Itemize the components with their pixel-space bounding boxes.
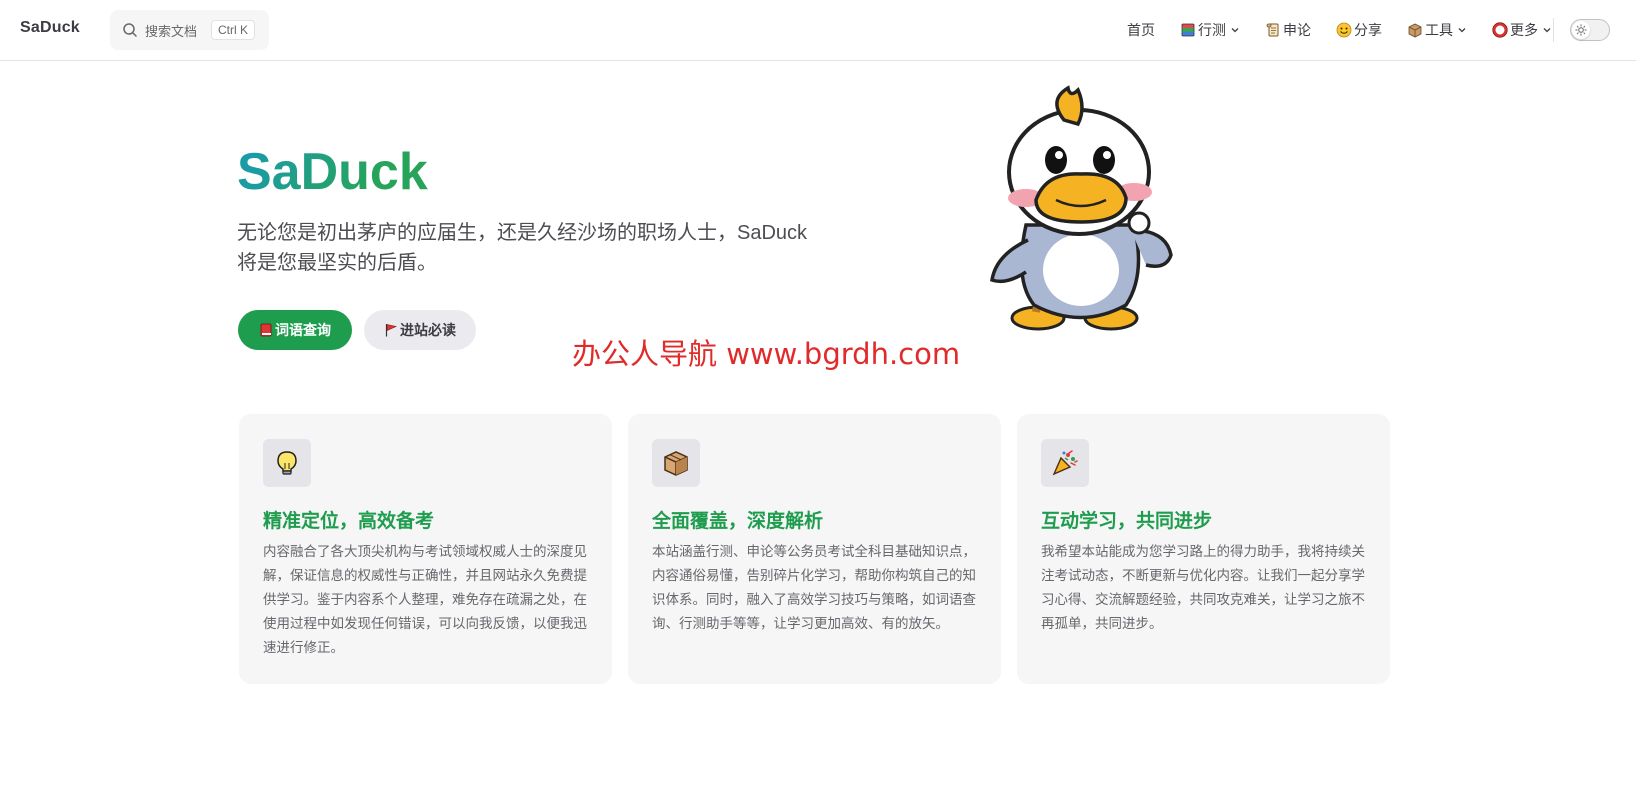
feature-icon-box (652, 439, 700, 487)
search-button[interactable]: 搜索文档 Ctrl K (110, 10, 269, 50)
nav-links: 首页 行测 申论 分享 工具 更多 (1102, 0, 1552, 60)
feature-card: 全面覆盖，深度解析 本站涵盖行测、申论等公务员考试全科目基础知识点，内容通俗易懂… (628, 414, 1001, 684)
nav-item-tools[interactable]: 工具 (1407, 20, 1467, 40)
party-popper-icon (1052, 450, 1078, 476)
package-icon (664, 451, 688, 476)
feature-title: 互动学习，共同进步 (1041, 511, 1213, 532)
red-flag-icon (384, 323, 398, 337)
feature-icon-box (263, 439, 311, 487)
feature-description: 我希望本站能成为您学习路上的得力助手，我将持续关注考试动态，不断更新与优化内容。… (1041, 544, 1365, 631)
feature-icon-box (1041, 439, 1089, 487)
nav-item-label: 首页 (1127, 22, 1155, 38)
book-stack-icon (1180, 22, 1196, 38)
ring-icon (1492, 22, 1508, 38)
feature-description: 内容融合了各大顶尖机构与考试领域权威人士的深度见解，保证信息的权威性与正确性，并… (263, 544, 587, 655)
sun-icon (1575, 24, 1587, 36)
nav-item-label: 行测 (1198, 22, 1226, 38)
nav-item-shenlun[interactable]: 申论 (1265, 20, 1311, 40)
top-navbar: SaDuck 搜索文档 Ctrl K 首页 行测 申论 分享 工具 更多 (0, 0, 1636, 61)
nav-item-label: 申论 (1283, 22, 1311, 38)
must-read-button[interactable]: 进站必读 (364, 310, 476, 350)
red-book-icon (259, 323, 273, 337)
hero-actions: 词语查询 进站必读 (238, 310, 488, 350)
nav-item-label: 工具 (1425, 22, 1453, 38)
button-label: 进站必读 (400, 322, 456, 338)
nav-item-label: 分享 (1354, 22, 1382, 38)
button-label: 词语查询 (275, 322, 331, 338)
nav-item-xingce[interactable]: 行测 (1180, 20, 1240, 40)
feature-card: 精准定位，高效备考 内容融合了各大顶尖机构与考试领域权威人士的深度见解，保证信息… (239, 414, 612, 684)
chevron-down-icon (1231, 28, 1239, 33)
light-bulb-icon (277, 451, 297, 475)
search-shortcut-hint: Ctrl K (211, 20, 256, 40)
nav-item-home[interactable]: 首页 (1127, 20, 1155, 40)
search-icon (122, 22, 138, 38)
nav-item-more[interactable]: 更多 (1492, 20, 1552, 40)
duck-mascot-image (990, 85, 1173, 331)
nav-item-share[interactable]: 分享 (1336, 20, 1382, 40)
nav-divider (1553, 18, 1554, 42)
feature-card: 互动学习，共同进步 我希望本站能成为您学习路上的得力助手，我将持续关注考试动态，… (1017, 414, 1390, 684)
site-logo[interactable]: SaDuck (20, 19, 80, 37)
box-icon (1407, 22, 1423, 38)
nav-item-label: 更多 (1510, 22, 1538, 38)
hero-title: SaDuck (237, 140, 428, 204)
chevron-down-icon (1458, 28, 1466, 33)
feature-title: 全面覆盖，深度解析 (652, 511, 824, 532)
hero-tagline: 无论您是初出茅庐的应届生，还是久经沙场的职场人士，SaDuck将是您最坚实的后盾… (237, 222, 808, 274)
watermark-text: 办公人导航 www.bgrdh.com (572, 337, 961, 371)
theme-toggle[interactable] (1570, 19, 1610, 41)
chevron-down-icon (1543, 28, 1551, 33)
feature-title: 精准定位，高效备考 (263, 511, 435, 532)
scroll-icon (1265, 22, 1281, 38)
smiley-icon (1336, 22, 1352, 38)
feature-description: 本站涵盖行测、申论等公务员考试全科目基础知识点，内容通俗易懂，告别碎片化学习，帮… (652, 544, 976, 631)
search-placeholder: 搜索文档 (145, 23, 198, 39)
word-lookup-button[interactable]: 词语查询 (238, 310, 352, 350)
